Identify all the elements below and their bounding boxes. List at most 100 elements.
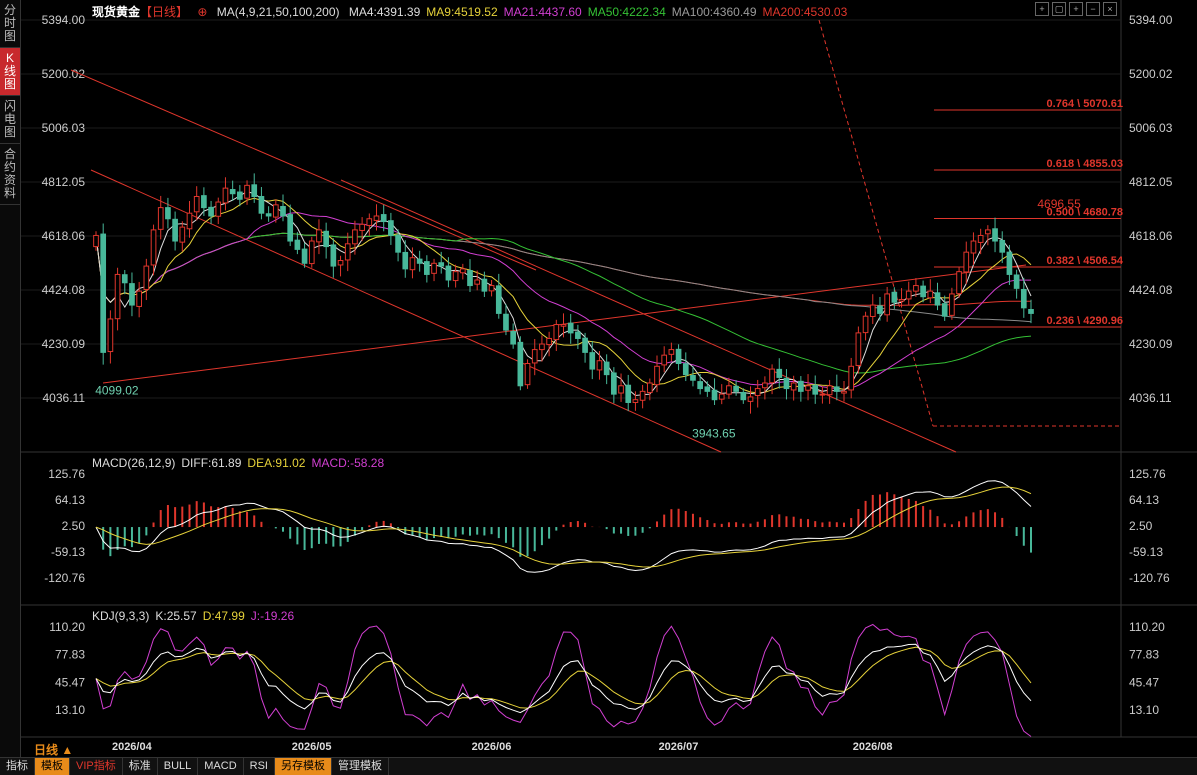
toolbar-button-3[interactable]: 标准	[123, 758, 158, 775]
candle-body	[366, 218, 373, 226]
candle-body	[963, 251, 970, 273]
window-controls: + ▢ + − ×	[1035, 2, 1117, 16]
time-axis-label: 2026/05	[292, 741, 332, 753]
candle-body	[459, 268, 466, 274]
candle-body	[884, 293, 890, 316]
candle-body	[740, 391, 747, 401]
candle-body	[402, 251, 409, 270]
candle-body	[337, 260, 344, 266]
toolbar-button-6[interactable]: RSI	[244, 758, 275, 775]
fib-level-label: 0.764 \ 5070.61	[1047, 98, 1123, 110]
candle-body	[359, 223, 365, 231]
candle-body	[646, 382, 653, 393]
candle-body	[1020, 288, 1027, 309]
chart-area[interactable]: 5394.00 5394.00 5200.02 5200.02 5006.03 5006.…	[21, 0, 1197, 757]
candle-body	[826, 385, 833, 396]
candle-body	[344, 243, 351, 261]
candle-body	[265, 213, 272, 217]
sidebar-item-0[interactable]: 分时图	[0, 0, 20, 48]
macd-tick-left: 64.13	[55, 493, 85, 507]
macd-legend-item-2: DEA:91.02	[247, 456, 306, 470]
toolbar-button-0[interactable]: 指标	[0, 758, 35, 775]
fib-level-label: 0.382 \ 4506.54	[1047, 255, 1124, 267]
candle-body	[704, 386, 711, 392]
ma-value-3: MA50:4222.34	[587, 5, 666, 19]
ma-value-2: MA21:4437.60	[503, 5, 582, 19]
toolbar-button-4[interactable]: BULL	[158, 758, 199, 775]
zoom-in-icon[interactable]: +	[1069, 2, 1083, 16]
price-tick-right: 4230.09	[1129, 337, 1173, 351]
toolbar-button-5[interactable]: MACD	[198, 758, 244, 775]
sidebar-item-1[interactable]: K线图	[0, 48, 20, 96]
toolbar-button-1[interactable]: 模板	[35, 758, 70, 775]
instrument-name[interactable]: 现货黄金	[92, 5, 140, 19]
price-annotation: 3943.65	[692, 427, 736, 441]
candle-body	[503, 313, 509, 331]
macd-legend: MACD(26,12,9) DIFF:61.89 DEA:91.02 MACD:-58…	[92, 456, 390, 470]
toolbar-button-2[interactable]: VIP指标	[70, 758, 123, 775]
bottom-toolbar: 指标 模板 VIP指标 标准 BULL MACD RSI 另存模板 管理模板	[0, 757, 1197, 775]
price-tick-right: 5394.00	[1129, 13, 1173, 27]
candle-body	[790, 382, 797, 391]
candle-body	[783, 377, 790, 390]
candle-body	[294, 239, 301, 250]
candle-body	[805, 385, 811, 391]
sidebar-item-2[interactable]: 闪电图	[0, 96, 20, 144]
expand-icon[interactable]: ▢	[1052, 2, 1066, 16]
candle-body	[287, 214, 294, 242]
kdj-legend-item-0: KDJ(9,3,3)	[92, 609, 150, 623]
settings-icon[interactable]: ⊕	[197, 5, 207, 19]
macd-legend-item-1: DIFF:61.89	[181, 456, 242, 470]
candle-body	[301, 248, 308, 264]
candle-body	[798, 380, 804, 392]
candle-body	[697, 381, 703, 390]
candle-body	[639, 390, 646, 401]
candle-body	[1013, 274, 1020, 289]
toolbar-button-8[interactable]: 管理模板	[332, 758, 389, 775]
candle-body	[251, 184, 258, 197]
candle-body	[941, 303, 948, 317]
candle-body	[675, 348, 682, 365]
candle-body	[308, 240, 315, 265]
price-tick-left: 4618.06	[42, 229, 86, 243]
kdj-legend: KDJ(9,3,3) K:25.57 D:47.99 J:-19.26	[92, 609, 300, 623]
candle-body	[157, 207, 164, 230]
toolbar-button-7[interactable]: 另存模板	[275, 758, 332, 775]
ma9-line	[95, 197, 1032, 394]
candle-body	[208, 206, 214, 217]
candle-body	[812, 384, 819, 395]
ma-value-4: MA100:4360.49	[671, 5, 757, 19]
candle-body	[380, 214, 387, 223]
period-label[interactable]: 【日线】	[140, 5, 188, 19]
candle-body	[596, 360, 603, 371]
kdj-legend-item-1: K:25.57	[155, 609, 197, 623]
candle-body	[927, 290, 934, 299]
zoom-out-icon[interactable]: −	[1086, 2, 1100, 16]
period-selector[interactable]: 日线 ▲	[34, 741, 73, 758]
candle-body	[992, 228, 998, 242]
candle-body	[726, 385, 732, 395]
candle-body	[855, 332, 862, 366]
price-tick-left: 5200.02	[42, 67, 86, 81]
header-legend: 现货黄金【日线】 ⊕ MA(4,9,21,50,100,200) MA4:439…	[92, 3, 859, 20]
candle-body	[848, 365, 855, 391]
candle-body	[970, 240, 977, 254]
macd-tick-left: -59.13	[51, 545, 85, 559]
candle-body	[747, 396, 754, 402]
sidebar-item-3[interactable]: 合约资料	[0, 144, 20, 205]
candle-body	[934, 292, 941, 306]
close-icon[interactable]: ×	[1103, 2, 1117, 16]
ma100-line	[95, 232, 1032, 323]
price-tick-left: 5394.00	[42, 13, 86, 27]
candle-body	[711, 389, 718, 401]
macd-tick-right: 2.50	[1129, 519, 1153, 533]
candle-body	[215, 201, 222, 217]
price-tick-left: 4424.08	[42, 283, 86, 297]
candle-body	[682, 363, 689, 376]
candle-body	[258, 195, 265, 214]
price-tick-right: 5006.03	[1129, 121, 1173, 135]
candle-body	[603, 361, 610, 376]
candle-body	[718, 393, 725, 400]
price-tick-right: 4812.05	[1129, 175, 1173, 189]
crosshair-icon[interactable]: +	[1035, 2, 1049, 16]
